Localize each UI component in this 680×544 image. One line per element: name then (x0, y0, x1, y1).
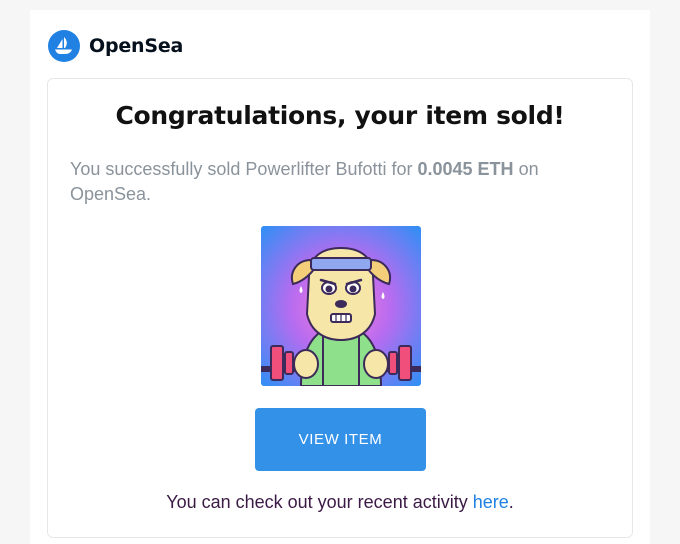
message-prefix: You successfully sold Powerlifter Bufott… (70, 159, 418, 179)
sale-message: You successfully sold Powerlifter Bufott… (70, 157, 590, 207)
footer-prefix: You can check out your recent activity (166, 492, 473, 512)
nft-image[interactable] (261, 226, 421, 386)
opensea-logo-icon (48, 30, 80, 62)
email-page: OpenSea Congratulations, your item sold!… (30, 10, 650, 544)
footer-text: You can check out your recent activity h… (48, 492, 632, 513)
sale-price: 0.0045 ETH (417, 159, 514, 179)
activity-link[interactable]: here (473, 492, 509, 512)
brand-header[interactable]: OpenSea (48, 30, 183, 62)
brand-name: OpenSea (89, 35, 184, 57)
headline: Congratulations, your item sold! (115, 101, 565, 130)
view-item-button[interactable]: VIEW ITEM (255, 408, 426, 471)
notification-card: Congratulations, your item sold! You suc… (47, 78, 633, 538)
footer-suffix: . (508, 492, 514, 512)
